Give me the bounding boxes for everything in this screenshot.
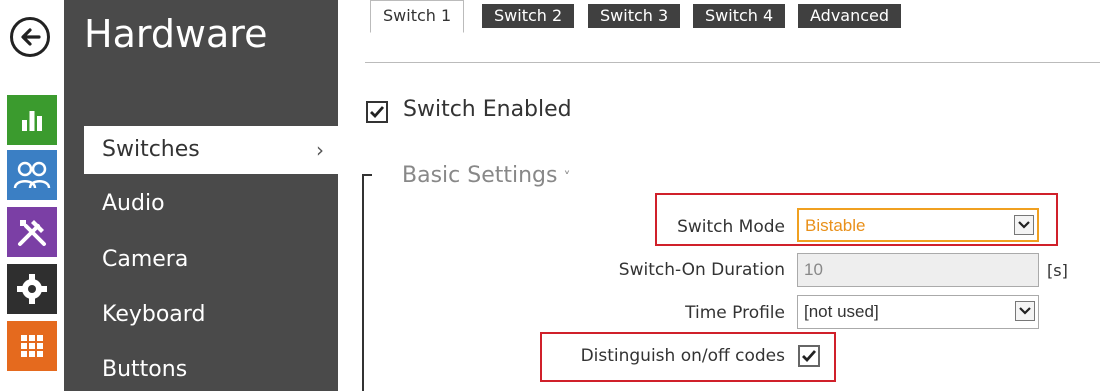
time-profile-label: Time Profile [685, 303, 785, 323]
icon-rail [0, 0, 64, 391]
time-profile-select[interactable]: [not used] [797, 295, 1039, 329]
status-chart-icon[interactable] [7, 95, 57, 145]
duration-unit: [s] [1047, 261, 1068, 280]
nav-item-camera[interactable]: Camera [64, 236, 338, 284]
back-arrow-icon[interactable] [10, 17, 50, 57]
switch-enabled-checkbox[interactable] [366, 101, 388, 123]
tab-switch-4[interactable]: Switch 4 [693, 4, 786, 28]
tab-switch-1[interactable]: Switch 1 [370, 0, 465, 33]
chevron-down-icon [1015, 301, 1035, 321]
chevron-down-icon: ˅ [563, 170, 571, 186]
chevron-right-icon: › [316, 138, 324, 162]
users-icon[interactable] [7, 150, 57, 200]
nav-item-keyboard[interactable]: Keyboard [64, 291, 338, 339]
hardware-tools-icon[interactable] [7, 207, 57, 257]
tab-advanced[interactable]: Advanced [798, 4, 902, 28]
page-title: Hardware [84, 12, 268, 56]
highlight-box-distinguish-codes [540, 332, 836, 382]
section-title: Basic Settings [402, 163, 558, 188]
nav-item-audio[interactable]: Audio [64, 180, 338, 228]
tab-switch-2[interactable]: Switch 2 [482, 4, 575, 28]
switch-on-duration-label: Switch-On Duration [618, 260, 785, 280]
nav-item-label: Camera [102, 247, 189, 272]
services-grid-icon[interactable] [7, 321, 57, 371]
nav-item-buttons[interactable]: Buttons [64, 346, 338, 391]
switch-enabled-label: Switch Enabled [403, 97, 572, 122]
nav-item-label: Audio [102, 191, 165, 216]
nav-item-label: Buttons [102, 357, 188, 382]
tab-switch-3[interactable]: Switch 3 [588, 4, 681, 28]
nav-item-switches[interactable]: Switches › [84, 126, 338, 174]
tab-divider [365, 62, 1100, 63]
section-nav: Hardware Switches › Audio Camera Keyboar… [64, 0, 338, 391]
highlight-box-switch-mode [655, 193, 1058, 246]
nav-item-label: Keyboard [102, 302, 206, 327]
basic-settings-toggle[interactable]: Basic Settings ˅ [402, 163, 570, 188]
section-bracket [362, 174, 372, 391]
time-profile-value: [not used] [804, 302, 879, 321]
nav-item-label: Switches [102, 137, 200, 162]
switch-on-duration-input[interactable]: 10 [797, 253, 1039, 287]
settings-gear-icon[interactable] [7, 264, 57, 314]
checkmark-icon [370, 106, 385, 119]
